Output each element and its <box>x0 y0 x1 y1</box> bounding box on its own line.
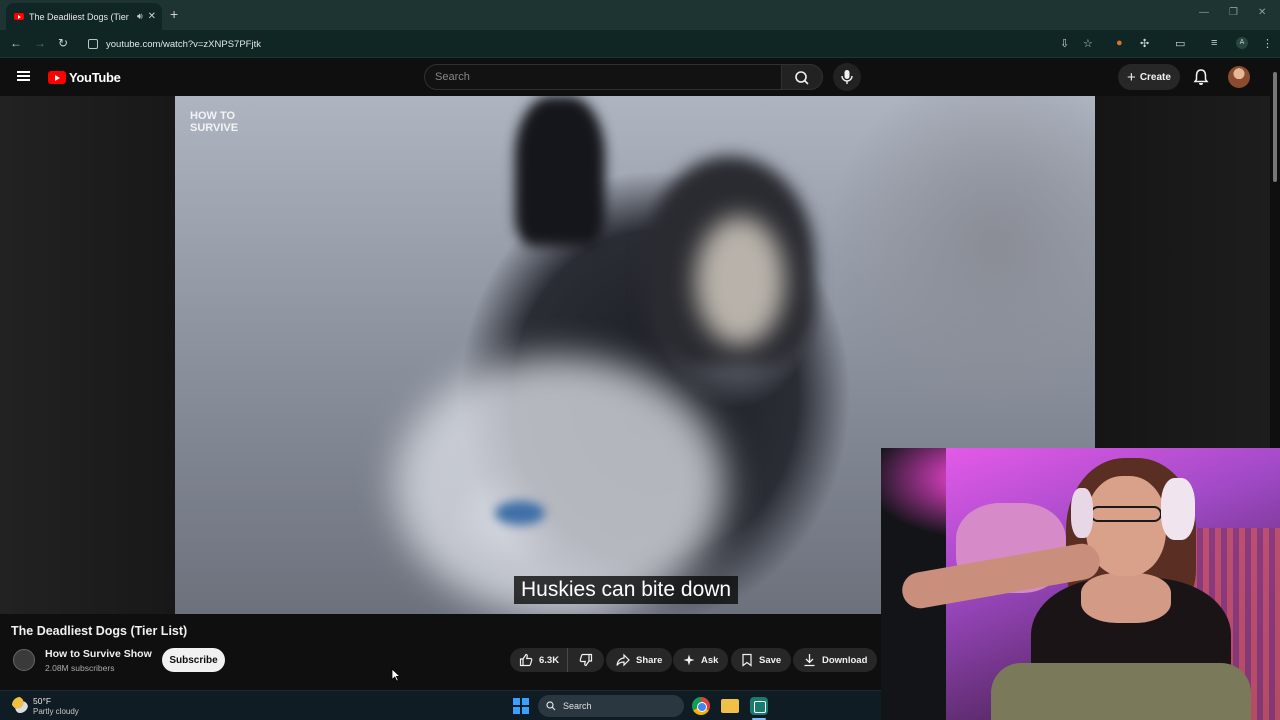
video-caption: Huskies can bite down <box>514 576 739 604</box>
hamburger-menu-icon[interactable] <box>17 71 30 81</box>
channel-watermark: HOW TO SURVIVE <box>190 110 238 134</box>
bell-icon <box>1193 69 1209 85</box>
youtube-wordmark: YouTube <box>69 70 121 85</box>
sparkle-icon <box>683 654 695 666</box>
subscriber-count: 2.08M subscribers <box>45 663 115 673</box>
url-text: youtube.com/watch?v=zXNPS7PFjtk <box>106 38 261 50</box>
youtube-header: YouTube + Create <box>0 58 1280 96</box>
theater-right-margin <box>1095 96 1270 448</box>
download-label: Download <box>822 654 868 666</box>
search-icon <box>795 71 809 85</box>
media-controls-icon[interactable]: ≡ <box>1211 37 1217 49</box>
reload-icon[interactable]: ↻ <box>58 36 68 50</box>
mouse-cursor-icon <box>391 668 401 682</box>
video-frame-shape <box>695 216 785 346</box>
microphone-icon <box>841 70 853 84</box>
cast-icon[interactable]: ▭ <box>1175 37 1185 50</box>
file-explorer-icon[interactable] <box>721 699 739 713</box>
like-count: 6.3K <box>539 654 560 666</box>
browser-tab-bar: The Deadliest Dogs (Tier Li 🔊︎ ✕ + — ❐ ✕ <box>0 0 1280 30</box>
windows-taskbar: 50°F Partly cloudy Search <box>0 690 881 720</box>
create-label: Create <box>1139 71 1171 83</box>
share-icon <box>616 653 630 667</box>
ask-button[interactable]: Ask <box>673 648 729 672</box>
chrome-icon[interactable] <box>692 697 710 715</box>
minimize-icon[interactable]: — <box>1199 7 1209 18</box>
thumbs-up-icon <box>519 653 533 667</box>
webcam-shape <box>1090 506 1162 522</box>
browser-tab[interactable]: The Deadliest Dogs (Tier Li 🔊︎ ✕ <box>6 3 162 30</box>
search-icon <box>546 701 556 711</box>
browser-menu-icon[interactable]: ⋮ <box>1262 37 1273 50</box>
address-bar[interactable]: youtube.com/watch?v=zXNPS7PFjtk <box>80 33 1100 55</box>
webcam-shape <box>1161 478 1195 540</box>
youtube-play-icon <box>48 71 66 84</box>
new-tab-icon[interactable]: + <box>170 6 178 22</box>
dislike-button[interactable] <box>568 653 604 667</box>
watermark-line-1: HOW TO <box>190 110 236 122</box>
forward-icon[interactable]: → <box>34 36 46 50</box>
youtube-logo[interactable]: YouTube <box>48 70 121 85</box>
like-dislike-group: 6.3K <box>510 648 604 672</box>
download-button[interactable]: Download <box>793 648 878 672</box>
youtube-favicon-icon <box>14 13 24 20</box>
video-frame-shape <box>495 501 545 525</box>
share-label: Share <box>636 654 663 666</box>
plus-icon: + <box>1127 68 1136 86</box>
ask-label: Ask <box>701 654 719 666</box>
search-button[interactable] <box>781 64 823 90</box>
save-button[interactable]: Save <box>731 648 792 672</box>
subscribe-button[interactable]: Subscribe <box>162 648 225 672</box>
streaming-app-icon[interactable] <box>750 697 768 715</box>
search-box <box>424 64 782 90</box>
site-info-icon[interactable] <box>88 39 98 49</box>
like-button[interactable]: 6.3K <box>510 648 568 672</box>
webcam-shape <box>1071 488 1093 538</box>
video-title: The Deadliest Dogs (Tier List) <box>11 624 188 638</box>
video-frame-shape <box>515 96 605 246</box>
notifications-button[interactable] <box>1193 68 1209 91</box>
scrollbar-thumb[interactable] <box>1273 72 1277 182</box>
tab-close-icon[interactable]: ✕ <box>148 11 156 22</box>
watermark-line-2: SURVIVE <box>190 122 239 134</box>
voice-search-button[interactable] <box>833 63 861 91</box>
taskbar-search[interactable]: Search <box>538 695 684 717</box>
share-button[interactable]: Share <box>606 648 673 672</box>
theater-left-margin <box>0 96 175 614</box>
browser-toolbar: ← → ↻ youtube.com/watch?v=zXNPS7PFjtk ⇩ … <box>0 30 1280 58</box>
profile-icon[interactable]: A <box>1236 37 1248 49</box>
download-icon <box>804 654 815 667</box>
back-icon[interactable]: ← <box>10 36 22 50</box>
bookmark-star-icon[interactable]: ☆ <box>1083 37 1093 50</box>
extension-icon[interactable]: ● <box>1116 37 1123 49</box>
webcam-shape <box>1081 573 1171 623</box>
windows-start-icon[interactable] <box>513 698 529 714</box>
account-avatar[interactable] <box>1228 66 1250 88</box>
weather-description[interactable]: Partly cloudy <box>33 707 79 716</box>
tab-title: The Deadliest Dogs (Tier Li <box>29 11 132 22</box>
weather-temperature[interactable]: 50°F <box>33 696 51 706</box>
create-button[interactable]: + Create <box>1118 64 1180 90</box>
webcam-overlay <box>881 448 1280 720</box>
taskbar-search-label: Search <box>563 701 592 711</box>
webcam-shape <box>991 663 1251 720</box>
save-label: Save <box>759 654 782 666</box>
extensions-puzzle-icon[interactable]: ✣ <box>1140 37 1149 50</box>
thumbs-down-icon <box>579 653 593 667</box>
weather-icon[interactable] <box>12 697 28 713</box>
channel-avatar[interactable] <box>13 649 35 671</box>
bookmark-icon <box>742 653 752 667</box>
install-app-icon[interactable]: ⇩ <box>1060 37 1069 50</box>
speaker-icon[interactable]: 🔊︎ <box>137 11 143 22</box>
channel-name[interactable]: How to Survive Show <box>45 648 152 660</box>
window-close-icon[interactable]: ✕ <box>1258 7 1266 18</box>
maximize-icon[interactable]: ❐ <box>1229 7 1238 18</box>
search-input[interactable] <box>435 71 781 83</box>
